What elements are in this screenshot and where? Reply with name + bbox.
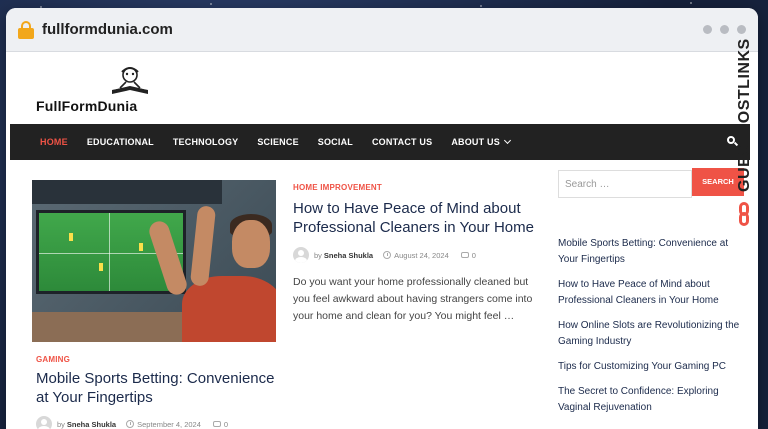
- featured-image-gamer[interactable]: [32, 180, 276, 342]
- window-dot-icon[interactable]: [703, 25, 712, 34]
- window-dot-icon[interactable]: [737, 25, 746, 34]
- comment-icon: [460, 252, 469, 258]
- site-logo[interactable]: FullFormDunia: [36, 66, 166, 118]
- recent-post-link[interactable]: How to Have Peace of Mind about Professi…: [558, 277, 748, 309]
- chevron-down-icon: [503, 136, 511, 145]
- article-card: GAMING Mobile Sports Betting: Convenienc…: [36, 355, 286, 429]
- window-dot-icon[interactable]: [720, 25, 729, 34]
- comment-icon: [212, 421, 221, 427]
- browser-titlebar: fullformdunia.com: [6, 8, 758, 52]
- logo-reader-icon: [112, 67, 148, 94]
- article-author[interactable]: Sneha Shukla: [324, 251, 373, 260]
- guestpostlinks-badge: GUESTPOSTLINKS: [734, 38, 754, 238]
- link-icon: [737, 202, 751, 228]
- article-category[interactable]: GAMING: [36, 355, 286, 364]
- nav-item-technology[interactable]: TECHNOLOGY: [173, 137, 239, 147]
- article-excerpt: Do you want your home professionally cle…: [293, 276, 533, 322]
- nav-item-science[interactable]: SCIENCE: [257, 137, 298, 147]
- recent-post-link[interactable]: Tips for Customizing Your Gaming PC: [558, 359, 748, 375]
- nav-item-about-us[interactable]: ABOUT US: [451, 136, 511, 147]
- recent-posts-list: Mobile Sports Betting: Convenience at Yo…: [558, 236, 748, 425]
- article-title[interactable]: Mobile Sports Betting: Convenience at Yo…: [36, 369, 286, 407]
- article-title[interactable]: How to Have Peace of Mind about Professi…: [293, 199, 543, 237]
- article-card: HOME IMPROVEMENT How to Have Peace of Mi…: [293, 183, 543, 325]
- recent-post-link[interactable]: How Online Slots are Revolutionizing the…: [558, 318, 748, 350]
- recent-post-link[interactable]: Mobile Sports Betting: Convenience at Yo…: [558, 236, 748, 268]
- nav-item-social[interactable]: SOCIAL: [318, 137, 353, 147]
- recent-post-link[interactable]: The Secret to Confidence: Exploring Vagi…: [558, 384, 748, 416]
- logo-text: FullFormDunia: [36, 98, 138, 114]
- nav-item-educational[interactable]: EDUCATIONAL: [87, 137, 154, 147]
- byline-prefix: by: [314, 250, 322, 260]
- nav-item-contact-us[interactable]: CONTACT US: [372, 137, 432, 147]
- article-date[interactable]: August 24, 2024: [394, 251, 449, 260]
- address-bar-url[interactable]: fullformdunia.com: [42, 21, 173, 38]
- badge-text: GUESTPOSTLINKS: [736, 38, 753, 192]
- site-header: FullFormDunia: [6, 52, 758, 124]
- article-meta: by Sneha Shukla August 24, 2024 0: [293, 247, 543, 263]
- avatar: [293, 247, 309, 263]
- browser-window: fullformdunia.com FullFormDunia HOME EDU…: [6, 8, 758, 429]
- search-input[interactable]: Search …: [558, 170, 692, 198]
- window-controls: [703, 25, 746, 34]
- clock-icon: [383, 251, 392, 259]
- byline-prefix: by: [57, 419, 65, 429]
- main-nav: HOME EDUCATIONAL TECHNOLOGY SCIENCE SOCI…: [10, 124, 750, 160]
- article-date[interactable]: September 4, 2024: [137, 420, 201, 429]
- clock-icon: [126, 420, 135, 428]
- avatar: [36, 416, 52, 429]
- article-meta: by Sneha Shukla September 4, 2024 0: [36, 416, 286, 429]
- article-category[interactable]: HOME IMPROVEMENT: [293, 183, 543, 192]
- article-comments[interactable]: 0: [472, 251, 476, 260]
- article-author[interactable]: Sneha Shukla: [67, 420, 116, 429]
- lock-icon: [18, 20, 34, 39]
- nav-item-label: ABOUT US: [451, 137, 500, 147]
- article-comments[interactable]: 0: [224, 420, 228, 429]
- nav-item-home[interactable]: HOME: [40, 137, 68, 147]
